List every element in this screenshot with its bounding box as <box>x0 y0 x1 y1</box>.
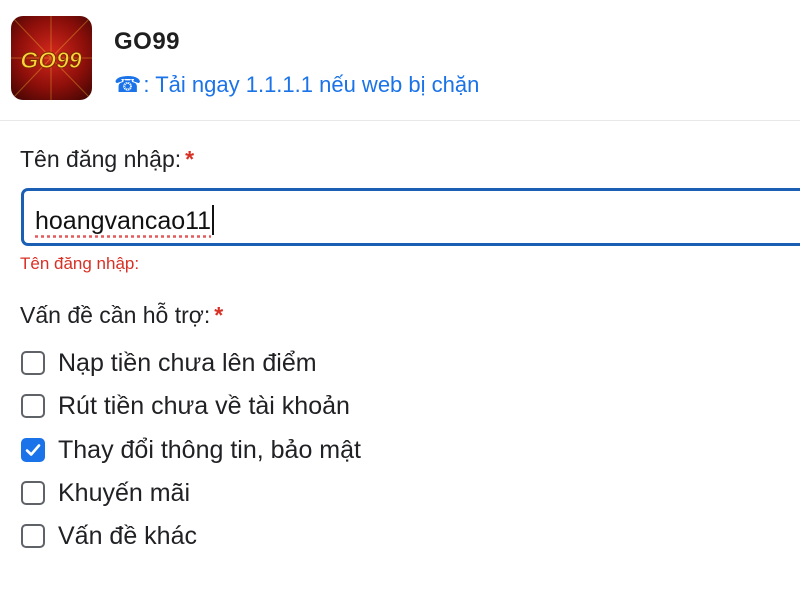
phone-icon: ☎ <box>114 72 141 98</box>
option-label: Nạp tiền chưa lên điểm <box>58 349 317 378</box>
issue-option-other[interactable]: Vấn đề khác <box>21 521 197 551</box>
checkbox-security[interactable] <box>21 438 45 462</box>
required-asterisk: * <box>185 146 194 172</box>
username-label: Tên đăng nhập: * <box>20 146 194 173</box>
checkbox-promotion[interactable] <box>21 481 45 505</box>
checkbox-withdraw[interactable] <box>21 394 45 418</box>
app-header: GO99 GO99 ☎: Tải ngay 1.1.1.1 nếu web bị… <box>0 0 800 121</box>
option-label: Khuyến mãi <box>58 479 190 508</box>
checkbox-deposit[interactable] <box>21 351 45 375</box>
logo-text: GO99 <box>20 47 82 73</box>
required-asterisk: * <box>214 302 223 328</box>
issue-option-promotion[interactable]: Khuyến mãi <box>21 478 190 508</box>
issue-option-withdraw[interactable]: Rút tiền chưa về tài khoản <box>21 391 350 421</box>
username-input-value: hoangvancao11 <box>35 205 214 236</box>
username-input[interactable]: hoangvancao11 <box>21 188 800 246</box>
go99-logo-art: GO99 <box>11 16 92 100</box>
option-label: Rút tiền chưa về tài khoản <box>58 392 350 421</box>
checkmark-icon <box>24 441 42 459</box>
issue-option-security[interactable]: Thay đổi thông tin, bảo mật <box>21 435 361 465</box>
vpn-notice-text: : Tải ngay 1.1.1.1 nếu web bị chặn <box>143 72 479 97</box>
username-label-text: Tên đăng nhập: <box>20 146 181 172</box>
vpn-notice-link[interactable]: ☎: Tải ngay 1.1.1.1 nếu web bị chặn <box>114 72 479 98</box>
option-label: Vấn đề khác <box>58 522 197 551</box>
option-label: Thay đổi thông tin, bảo mật <box>58 436 361 465</box>
text-caret <box>212 205 214 235</box>
issue-option-deposit[interactable]: Nạp tiền chưa lên điểm <box>21 348 317 378</box>
go99-logo: GO99 <box>11 16 92 100</box>
username-value-text: hoangvancao11 <box>35 207 211 235</box>
issue-label-text: Vấn đề cần hỗ trợ: <box>20 302 210 328</box>
issue-label: Vấn đề cần hỗ trợ: * <box>20 302 223 329</box>
username-error-message: Tên đăng nhập: <box>20 254 139 274</box>
checkbox-other[interactable] <box>21 524 45 548</box>
app-name: GO99 <box>114 28 180 56</box>
